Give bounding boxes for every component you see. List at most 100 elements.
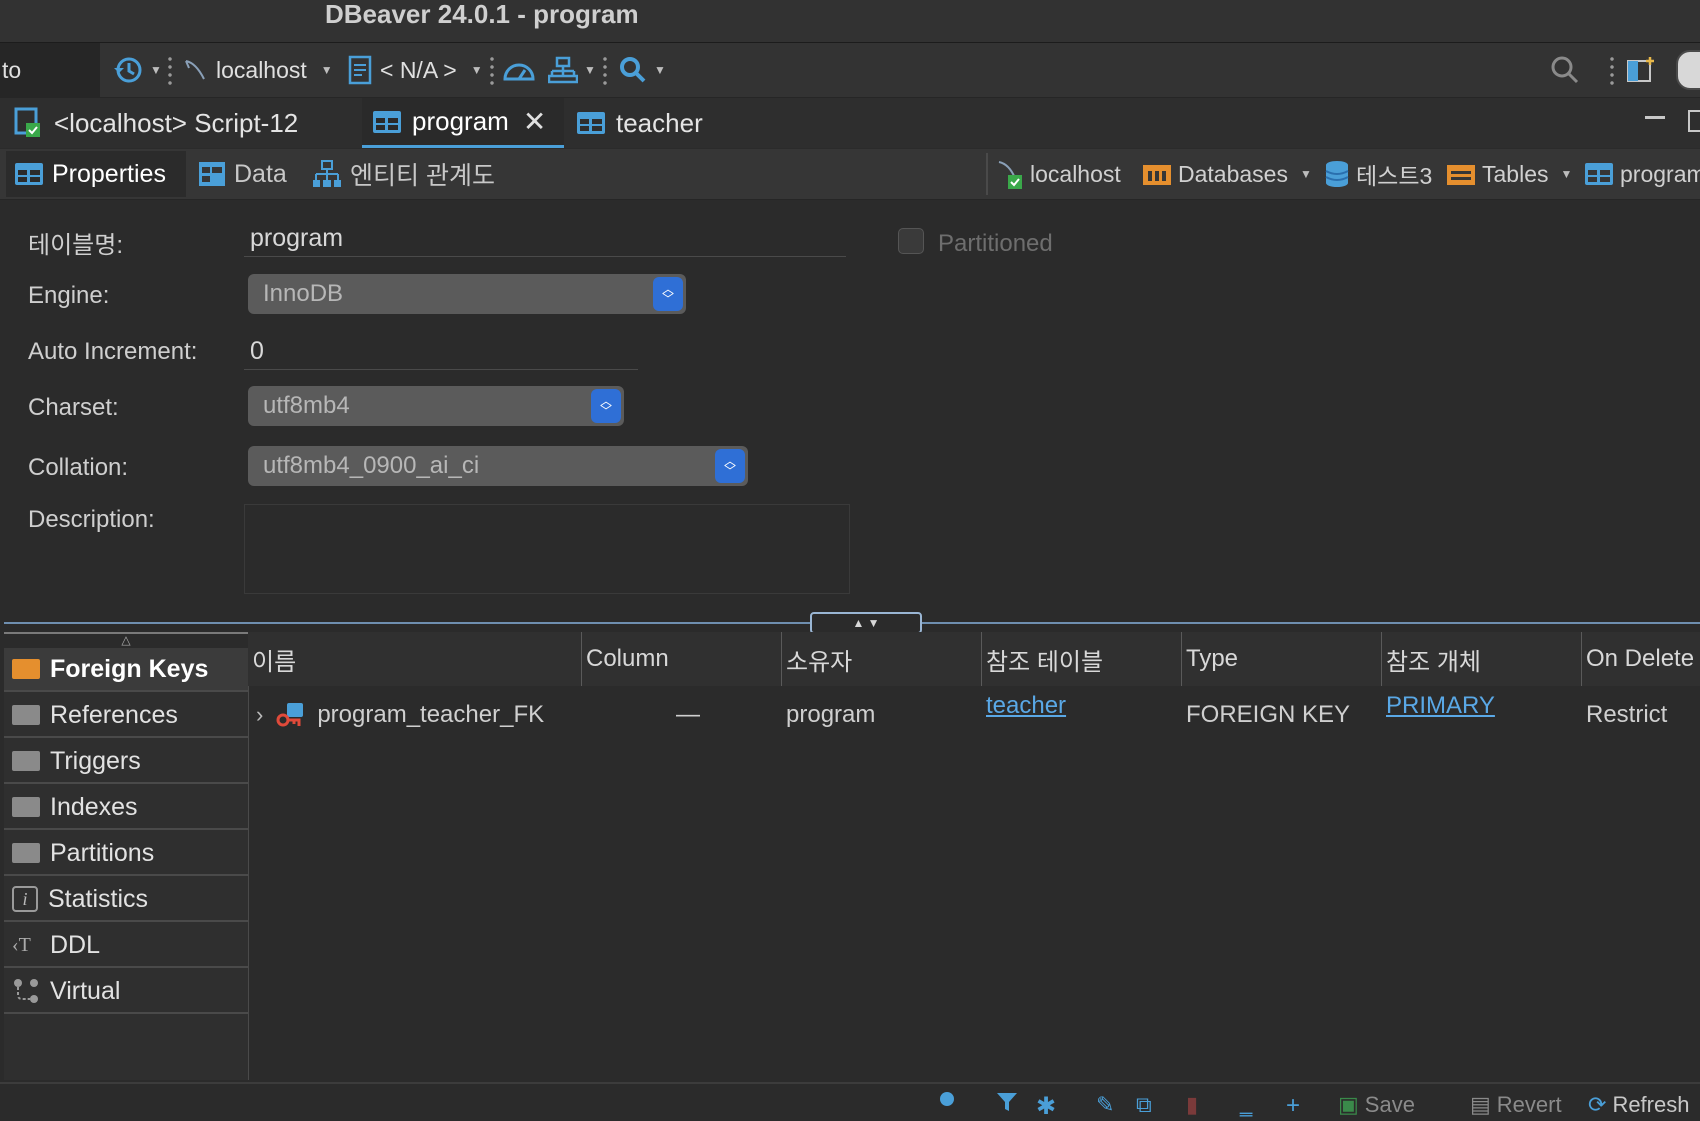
tab-program[interactable]: program ✕ [362, 98, 564, 148]
table-icon [15, 163, 43, 185]
window-title: DBeaver 24.0.1 - program [325, 0, 639, 29]
auto-increment-field[interactable]: 0 [244, 334, 638, 370]
gear-icon[interactable]: ✱ [1036, 1092, 1056, 1121]
auto-increment-label: Auto Increment: [28, 338, 198, 365]
collation-select[interactable]: utf8mb4_0900_ai_ci ︿ ﹀ [248, 446, 748, 486]
row-name-cell: › program_teacher_FK [252, 686, 586, 744]
editor-tab-bar: <localhost> Script-12 program ✕ teacher [0, 98, 1700, 148]
row-owner-cell: program [786, 701, 876, 728]
column-header[interactable]: 이름 [248, 632, 582, 686]
revert-icon: ▤ [1470, 1092, 1491, 1117]
data-icon [199, 162, 225, 186]
engine-label: Engine: [28, 282, 110, 309]
ref-table-link[interactable]: teacher [986, 692, 1066, 720]
tab-teacher[interactable]: teacher [566, 98, 726, 148]
nav-partitions[interactable]: Partitions [4, 832, 248, 876]
row-type-cell: FOREIGN KEY [1186, 701, 1351, 728]
ref-object-link[interactable]: PRIMARY [1386, 692, 1495, 720]
toolbar-separator [490, 55, 494, 85]
breadcrumb-label: localhost [1030, 160, 1121, 187]
minimize-icon[interactable] [1645, 116, 1665, 119]
info-icon: i [12, 886, 38, 912]
maximize-icon[interactable] [1688, 110, 1700, 132]
tab-script-12[interactable]: <localhost> Script-12 [2, 98, 358, 148]
nav-label: Virtual [50, 976, 121, 1005]
copy-icon[interactable]: ⧉ [1136, 1092, 1152, 1118]
column-header[interactable]: Type [1182, 632, 1382, 686]
refresh-button[interactable]: ⟳ Refresh [1588, 1092, 1689, 1118]
column-header[interactable]: 참조 개체 [1382, 632, 1582, 686]
avatar[interactable] [1676, 43, 1700, 97]
description-textarea[interactable] [244, 504, 850, 594]
chevron-updown-icon: ︿ ﹀ [715, 449, 745, 483]
connection-selector[interactable]: localhost ▼ [182, 43, 333, 97]
tab-data[interactable]: Data [190, 151, 300, 197]
nav-triggers[interactable]: Triggers [4, 740, 248, 784]
nav-statistics[interactable]: i Statistics [4, 878, 248, 922]
folder-icon [12, 751, 40, 771]
connection-icon [998, 161, 1022, 189]
tab-erd[interactable]: 엔티티 관계도 [304, 151, 504, 197]
tab-label: 엔티티 관계도 [350, 162, 495, 190]
collapse-toggle-icon[interactable]: ▲ ▼ [810, 612, 922, 634]
row-on-delete-cell: Restrict [1586, 701, 1668, 728]
add-icon[interactable]: + [1286, 1092, 1300, 1120]
breadcrumb-databases[interactable]: Databases ▼ [1142, 149, 1312, 199]
table-icon [1585, 163, 1613, 185]
connection-label: localhost [216, 56, 307, 83]
toolbar-search-field[interactable]: to [0, 43, 100, 97]
chevron-right-icon[interactable]: › [256, 702, 263, 728]
revert-button[interactable]: ▤ Revert [1470, 1092, 1562, 1118]
breadcrumb-tables[interactable]: Tables ▼ [1446, 149, 1572, 199]
partitioned-checkbox[interactable] [898, 228, 924, 254]
search-icon[interactable]: ▼ [618, 43, 666, 97]
partitioned-label: Partitioned [938, 230, 1053, 257]
nav-label: Partitions [50, 838, 155, 867]
tab-label: <localhost> Script-12 [54, 107, 299, 138]
filter-icon[interactable] [996, 1092, 1018, 1112]
chevron-updown-icon: ︿ ﹀ [653, 277, 683, 311]
nav-label: Foreign Keys [50, 654, 209, 683]
breadcrumb-connection[interactable]: localhost [996, 149, 1121, 199]
nav-references[interactable]: References [4, 694, 248, 738]
charset-select[interactable]: utf8mb4 ︿ ﹀ [248, 386, 624, 426]
column-header[interactable]: Column [582, 632, 782, 686]
search-icon[interactable] [940, 1092, 954, 1106]
dashboard-icon[interactable] [502, 43, 536, 97]
toolbar-separator [168, 55, 172, 85]
column-header[interactable]: 참조 테이블 [982, 632, 1182, 686]
table-name-field[interactable]: program [244, 221, 846, 257]
tab-properties[interactable]: Properties [6, 151, 186, 197]
edit-icon[interactable]: ✎ [1096, 1092, 1114, 1118]
column-header[interactable]: 소유자 [782, 632, 982, 686]
save-button[interactable]: ▣ Save [1338, 1092, 1415, 1118]
engine-select[interactable]: InnoDB ︿ ﹀ [248, 274, 686, 314]
column-header[interactable]: On Delete [1582, 632, 1700, 686]
history-icon[interactable]: ▼ [112, 43, 162, 97]
virtual-icon [14, 979, 38, 1003]
breadcrumb-database[interactable]: 테스트3 [1324, 149, 1432, 199]
delete-icon[interactable]: ▮ [1186, 1092, 1198, 1118]
breadcrumb-label: Databases [1178, 160, 1288, 187]
erd-icon[interactable]: ▼ [548, 43, 596, 97]
breadcrumb-table[interactable]: program [1584, 149, 1700, 199]
text-icon: ‹T [12, 933, 31, 956]
global-search-icon[interactable] [1550, 43, 1580, 97]
nav-virtual[interactable]: Virtual [4, 970, 248, 1014]
collapse-icon[interactable]: ‗ [1240, 1092, 1252, 1118]
nav-foreign-keys[interactable]: Foreign Keys [4, 648, 248, 692]
close-icon[interactable]: ✕ [523, 105, 546, 138]
refresh-label: Refresh [1612, 1092, 1690, 1117]
save-icon: ▣ [1338, 1092, 1359, 1117]
nav-ddl[interactable]: ‹T DDL [4, 924, 248, 968]
panel-splitter[interactable]: ▲ ▼ [0, 612, 1700, 634]
title-bar: DBeaver 24.0.1 - program [0, 0, 1700, 43]
nav-indexes[interactable]: Indexes [4, 786, 248, 830]
perspective-icon[interactable] [1626, 43, 1656, 97]
table-icon [577, 112, 605, 134]
erd-icon [313, 160, 341, 187]
breadcrumb-label: 테스트3 [1356, 163, 1433, 189]
toolbar-separator [1610, 55, 1614, 85]
schema-selector[interactable]: < N/A > ▼ [348, 43, 483, 97]
tab-label: program [412, 106, 509, 136]
